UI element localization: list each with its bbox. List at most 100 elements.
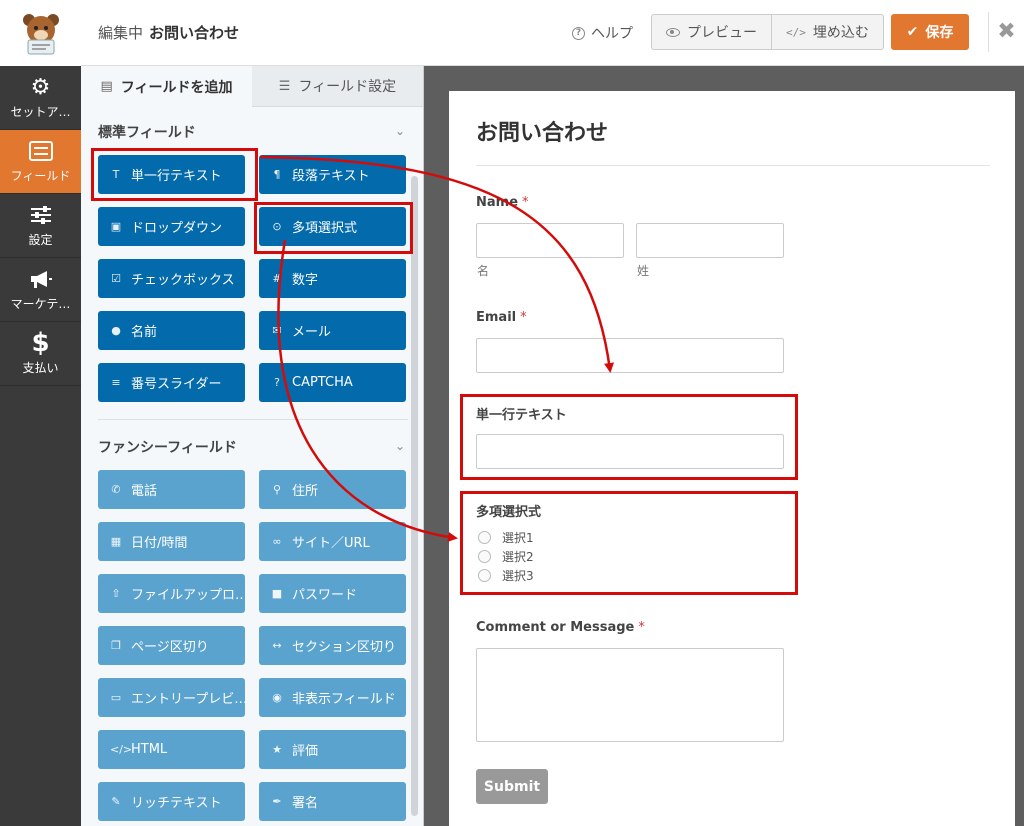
code-icon: </> xyxy=(786,25,806,39)
field-button-address[interactable]: ⚲ 住所 xyxy=(259,470,406,509)
field-button-checkboxes[interactable]: ☑ チェックボックス xyxy=(98,259,245,298)
title-divider xyxy=(476,165,990,166)
first-name-input[interactable] xyxy=(476,223,624,258)
email-input[interactable] xyxy=(476,338,784,373)
last-name-sublabel: 姓 xyxy=(637,264,650,278)
field-button-label: ファイルアップロ… xyxy=(131,588,245,603)
field-button-label: HTML xyxy=(131,742,168,757)
field-button-label: 数字 xyxy=(292,273,319,288)
field-button-label: リッチテキスト xyxy=(131,796,222,811)
field-button-label: 名前 xyxy=(131,325,158,340)
field-button-name[interactable]: ● 名前 xyxy=(98,311,245,350)
required-mark: * xyxy=(638,620,645,635)
upload-icon: ⇧ xyxy=(111,587,121,600)
radio-button[interactable] xyxy=(478,550,491,563)
choice-option[interactable]: 選択1 xyxy=(478,529,534,546)
editing-title: 編集中 お問い合わせ xyxy=(98,22,239,43)
submit-button[interactable]: Submit xyxy=(476,769,548,804)
field-button-hidden-field[interactable]: ◉ 非表示フィールド xyxy=(259,678,406,717)
preview-button[interactable]: プレビュー xyxy=(652,15,771,49)
comment-label-text: Comment or Message xyxy=(476,620,635,635)
field-button-password[interactable]: ■ パスワード xyxy=(259,574,406,613)
field-button-label: ページ区切り xyxy=(131,640,209,655)
sidebar-item-marketing[interactable]: マーケテ… xyxy=(0,258,81,322)
field-button-html[interactable]: </> HTML xyxy=(98,730,245,769)
field-button-file-upload[interactable]: ⇧ ファイルアップロ… xyxy=(98,574,245,613)
field-button-label: エントリープレビ… xyxy=(131,692,245,707)
close-icon[interactable]: ✖ xyxy=(988,12,1024,52)
field-button-numbers[interactable]: # 数字 xyxy=(259,259,406,298)
fields-icon xyxy=(0,138,81,164)
sidebar-item-label: フィールド xyxy=(10,169,71,183)
field-button-rich-text[interactable]: ✎ リッチテキスト xyxy=(98,782,245,821)
chevron-down-icon[interactable]: ⌄ xyxy=(395,124,405,138)
pen-icon: ✒ xyxy=(272,795,282,808)
field-button-label: サイト／URL xyxy=(292,536,370,551)
field-button-signature[interactable]: ✒ 署名 xyxy=(259,782,406,821)
field-button-label: 評価 xyxy=(292,744,319,759)
choice-option[interactable]: 選択2 xyxy=(478,548,534,565)
sidebar-item-label: 支払い xyxy=(22,361,59,375)
sidebar-item-payments[interactable]: $ 支払い xyxy=(0,322,81,386)
save-button[interactable]: ✔ 保存 xyxy=(891,14,969,50)
field-button-section-divider[interactable]: ↔ セクション区切り xyxy=(259,626,406,665)
field-button-dropdown[interactable]: ▣ ドロップダウン xyxy=(98,207,245,246)
checkbox-icon: ☑ xyxy=(111,272,121,285)
sidebar-item-settings[interactable]: 設定 xyxy=(0,194,81,258)
comment-textarea[interactable] xyxy=(476,648,784,742)
file-icon: ▭ xyxy=(110,691,122,704)
single-line-text-input[interactable] xyxy=(476,434,784,469)
field-button-email[interactable]: ✉ メール xyxy=(259,311,406,350)
field-button-label: 段落テキスト xyxy=(292,169,370,184)
radio-button[interactable] xyxy=(478,569,491,582)
edit-icon: ✎ xyxy=(111,795,121,808)
field-button-page-break[interactable]: ❐ ページ区切り xyxy=(98,626,245,665)
field-button-date-time[interactable]: ▦ 日付/時間 xyxy=(98,522,245,561)
tab-label: フィールドを追加 xyxy=(120,79,233,96)
field-button-rating[interactable]: ★ 評価 xyxy=(259,730,406,769)
field-button-website-url[interactable]: ∞ サイト／URL xyxy=(259,522,406,561)
chevron-down-icon[interactable]: ⌄ xyxy=(395,439,405,453)
radio-button[interactable] xyxy=(478,531,491,544)
panel-scrollbar[interactable] xyxy=(411,176,418,816)
tab-add-fields[interactable]: ▤ フィールドを追加 xyxy=(81,66,252,107)
field-button-label: 番号スライダー xyxy=(131,377,222,392)
bear-mascot-icon xyxy=(22,14,59,55)
field-button-captcha[interactable]: ? CAPTCHA xyxy=(259,363,406,402)
field-button-number-slider[interactable]: ≡ 番号スライダー xyxy=(98,363,245,402)
preview-embed-group: プレビュー </> 埋め込む xyxy=(651,14,884,50)
field-button-phone[interactable]: ✆ 電話 xyxy=(98,470,245,509)
embed-button[interactable]: </> 埋め込む xyxy=(771,15,883,49)
sidebar-item-setup[interactable]: ⚙ セットア… xyxy=(0,66,81,130)
eye-icon xyxy=(666,27,680,37)
field-button-label: 多項選択式 xyxy=(292,221,358,236)
field-button-label: ドロップダウン xyxy=(131,221,223,236)
tab-label: フィールド設定 xyxy=(298,79,397,95)
standard-fields-heading: 標準フィールド xyxy=(98,125,196,141)
field-button-multiple-choice[interactable]: ⊙ 多項選択式 xyxy=(259,207,406,246)
sliders-icon: ☰ xyxy=(278,78,291,94)
text-icon: T xyxy=(112,168,120,181)
multiple-choice-label: 多項選択式 xyxy=(476,505,542,520)
help-link[interactable]: ? ヘルプ xyxy=(572,23,633,43)
builder-sidebar: ⚙ セットア… フィールド 設定 マーケテ… $ 支払い xyxy=(0,66,81,826)
code-icon: </> xyxy=(110,743,133,756)
slider-icon: ≡ xyxy=(111,376,121,389)
single-line-text-label: 単一行テキスト xyxy=(476,408,567,423)
choice-option[interactable]: 選択3 xyxy=(478,567,534,584)
required-mark: * xyxy=(520,310,527,325)
field-button-single-line-text[interactable]: T 単一行テキスト xyxy=(98,155,245,194)
tab-field-options[interactable]: ☰ フィールド設定 xyxy=(252,66,423,107)
last-name-input[interactable] xyxy=(636,223,784,258)
embed-label: 埋め込む xyxy=(812,25,869,41)
sidebar-item-fields[interactable]: フィールド xyxy=(0,130,81,194)
form-name-title: お問い合わせ xyxy=(149,24,240,42)
calendar-icon: ▦ xyxy=(110,535,122,548)
field-button-label: 電話 xyxy=(131,484,158,499)
envelope-icon: ✉ xyxy=(272,324,282,337)
wpforms-logo[interactable] xyxy=(0,0,81,66)
field-button-paragraph-text[interactable]: ¶ 段落テキスト xyxy=(259,155,406,194)
map-pin-icon: ⚲ xyxy=(272,483,282,496)
field-button-entry-preview[interactable]: ▭ エントリープレビ… xyxy=(98,678,245,717)
save-label: 保存 xyxy=(925,25,954,41)
